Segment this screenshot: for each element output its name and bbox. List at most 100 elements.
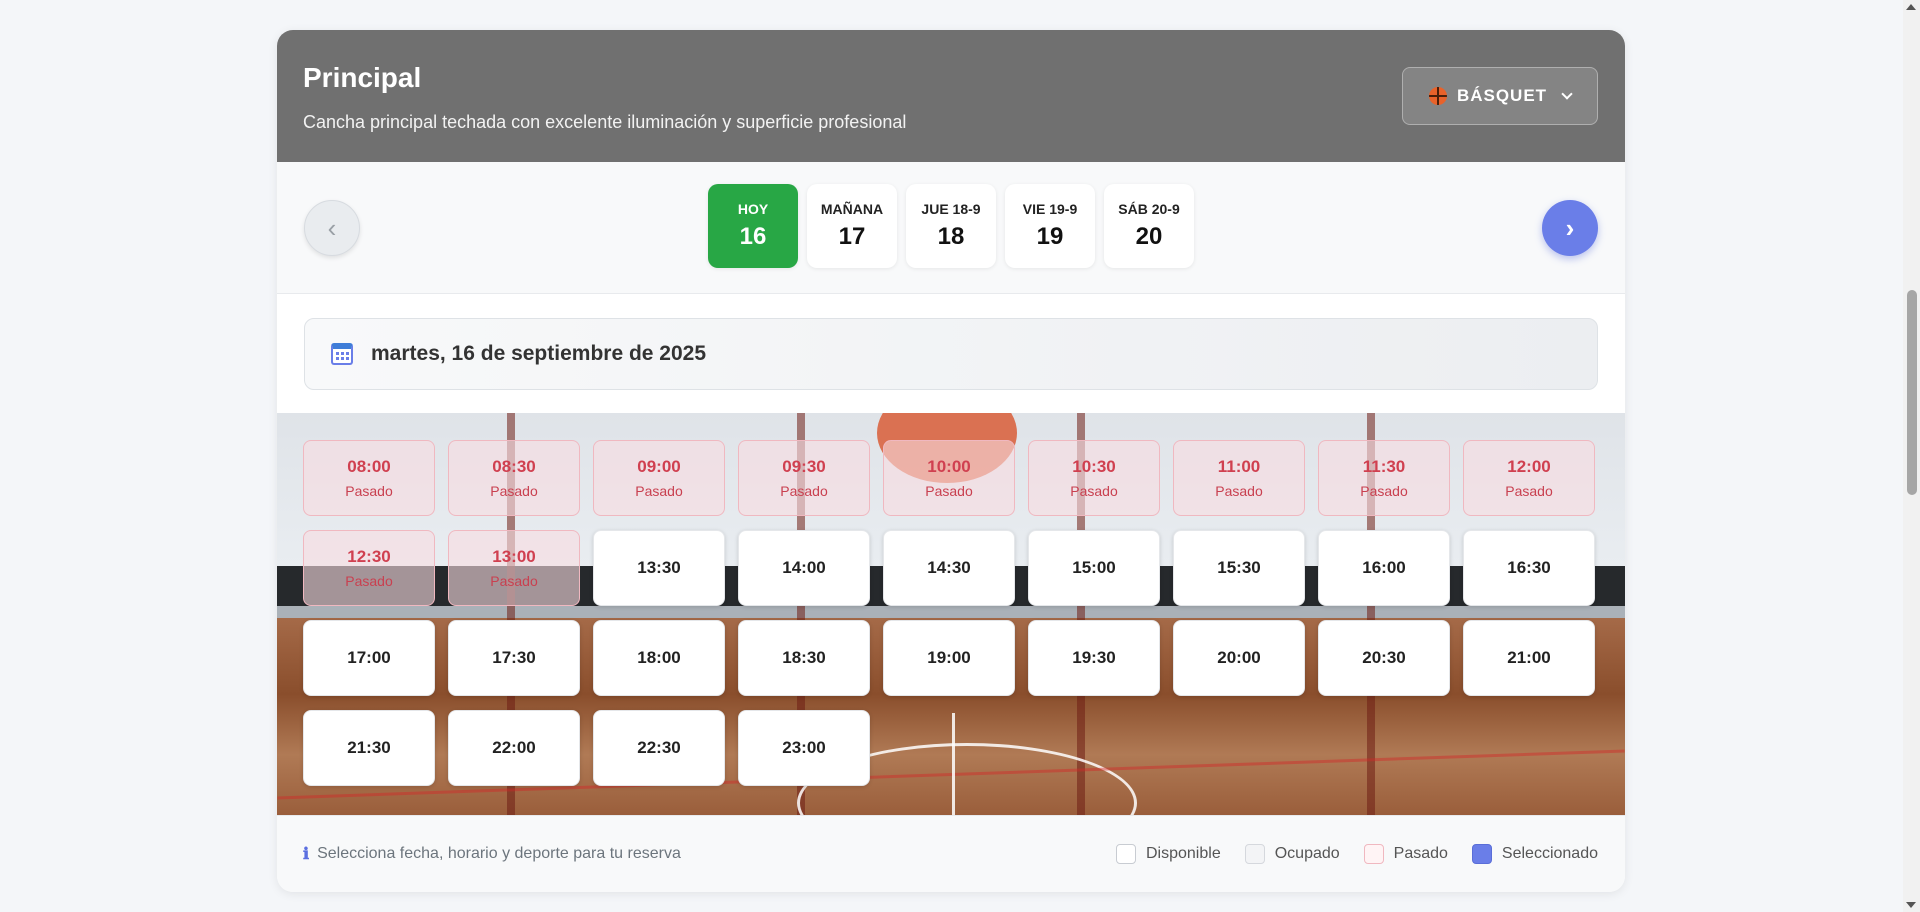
time-slots-area: 08:00 Pasado 08:30 Pasado 09:00 Pasado 09:30 Pa… — [277, 413, 1625, 815]
selected-date-bar: martes, 16 de septiembre de 2025 — [304, 318, 1598, 390]
slot-status: Pasado — [345, 483, 393, 499]
legend-label: Pasado — [1393, 845, 1448, 862]
time-slot-past[interactable]: 13:00 Pasado — [448, 530, 580, 606]
time-slot-available[interactable]: 13:30 — [593, 530, 725, 606]
time-slot-available[interactable]: 17:00 — [303, 620, 435, 696]
sport-label: BÁSQUET — [1456, 86, 1548, 105]
time-slot-past[interactable]: 11:30 Pasado — [1318, 440, 1450, 516]
slot-time: 19:00 — [927, 648, 971, 667]
prev-days-button[interactable]: ‹ — [304, 200, 360, 256]
day-label: MAÑANA — [820, 201, 884, 217]
legend-selected: Seleccionado — [1471, 844, 1598, 864]
basketball-icon — [1428, 87, 1447, 105]
slot-time: 21:30 — [347, 738, 391, 757]
time-slot-available[interactable]: 20:30 — [1318, 620, 1450, 696]
day-option[interactable]: MAÑANA 17 — [807, 184, 897, 268]
slot-status: Pasado — [1070, 483, 1118, 499]
slot-time: 11:30 — [1362, 457, 1406, 476]
time-slot-past[interactable]: 09:00 Pasado — [593, 440, 725, 516]
time-slot-past[interactable]: 08:00 Pasado — [303, 440, 435, 516]
time-slot-available[interactable]: 16:00 — [1318, 530, 1450, 606]
slot-time: 12:30 — [347, 547, 391, 566]
slot-status: Pasado — [490, 483, 538, 499]
slot-status: Pasado — [1360, 483, 1408, 499]
time-slot-available[interactable]: 18:30 — [738, 620, 870, 696]
time-slot-past[interactable]: 12:00 Pasado — [1463, 440, 1595, 516]
time-slot-past[interactable]: 12:30 Pasado — [303, 530, 435, 606]
time-slot-available[interactable]: 19:30 — [1028, 620, 1160, 696]
slot-time: 22:00 — [492, 738, 536, 757]
legend-available: Disponible — [1116, 844, 1221, 864]
next-days-button[interactable]: › — [1542, 200, 1598, 256]
day-number: 19 — [1036, 223, 1064, 250]
slot-status: Pasado — [635, 483, 683, 499]
day-number: 18 — [937, 223, 965, 250]
slot-time: 21:00 — [1507, 648, 1551, 667]
slot-time: 11:00 — [1217, 457, 1261, 476]
time-slot-available[interactable]: 21:30 — [303, 710, 435, 786]
scroll-up-arrow-icon[interactable] — [1906, 4, 1916, 10]
legend-occupied: Ocupado — [1244, 844, 1340, 864]
time-slot-available[interactable]: 14:00 — [738, 530, 870, 606]
slot-time: 17:00 — [347, 648, 391, 667]
day-number: 17 — [838, 223, 866, 250]
day-number: 16 — [739, 223, 767, 250]
time-slot-past[interactable]: 10:00 Pasado — [883, 440, 1015, 516]
time-slot-available[interactable]: 22:00 — [448, 710, 580, 786]
time-slot-available[interactable]: 22:30 — [593, 710, 725, 786]
legend-label: Ocupado — [1274, 845, 1340, 862]
past-swatch — [1363, 844, 1384, 864]
time-slot-past[interactable]: 09:30 Pasado — [738, 440, 870, 516]
time-slot-available[interactable]: 23:00 — [738, 710, 870, 786]
slot-status: Pasado — [1505, 483, 1553, 499]
legend-past: Pasado — [1363, 844, 1448, 864]
slot-time: 08:00 — [347, 457, 391, 476]
day-option[interactable]: VIE 19-9 19 — [1005, 184, 1095, 268]
calendar-icon — [331, 343, 353, 365]
slot-status: Pasado — [780, 483, 828, 499]
time-slot-past[interactable]: 11:00 Pasado — [1173, 440, 1305, 516]
slot-time: 15:00 — [1072, 558, 1116, 577]
slot-time: 19:30 — [1072, 648, 1116, 667]
selected-date-text: martes, 16 de septiembre de 2025 — [371, 342, 707, 365]
day-selector: HOY 16 MAÑANA 17 JUE 18-9 18 VIE 19-9 19 SÁB 20-… — [708, 184, 1194, 268]
slot-time: 13:30 — [637, 558, 681, 577]
legend-label: Disponible — [1146, 845, 1221, 862]
slot-time: 20:00 — [1217, 648, 1261, 667]
time-slot-available[interactable]: 16:30 — [1463, 530, 1595, 606]
slot-time: 20:30 — [1362, 648, 1406, 667]
slot-status: Pasado — [925, 483, 973, 499]
sport-selector-button[interactable]: BÁSQUET — [1402, 67, 1598, 125]
day-option[interactable]: JUE 18-9 18 — [906, 184, 996, 268]
scroll-down-arrow-icon[interactable] — [1906, 902, 1916, 908]
time-slot-available[interactable]: 18:00 — [593, 620, 725, 696]
time-slot-available[interactable]: 19:00 — [883, 620, 1015, 696]
court-booking-card: Principal Cancha principal techada con e… — [277, 30, 1625, 892]
legend-label: Seleccionado — [1501, 845, 1598, 862]
slot-time: 22:30 — [637, 738, 681, 757]
scrollbar-thumb[interactable] — [1907, 290, 1917, 495]
day-option[interactable]: HOY 16 — [708, 184, 798, 268]
day-option[interactable]: SÁB 20-9 20 — [1104, 184, 1194, 268]
info-icon: ℹ — [303, 844, 310, 863]
date-navigation: ‹ HOY 16 MAÑANA 17 JUE 18-9 18 VIE 19-9 19 SÁB 2… — [277, 162, 1625, 294]
slot-time: 12:00 — [1507, 457, 1551, 476]
time-slot-available[interactable]: 15:00 — [1028, 530, 1160, 606]
time-slot-available[interactable]: 17:30 — [448, 620, 580, 696]
time-slot-available[interactable]: 15:30 — [1173, 530, 1305, 606]
time-slot-past[interactable]: 08:30 Pasado — [448, 440, 580, 516]
slot-time: 08:30 — [492, 457, 536, 476]
page-scrollbar[interactable] — [1903, 0, 1920, 912]
hint-text: Selecciona fecha, horario y deporte para… — [317, 844, 681, 862]
slot-legend: Disponible Ocupado Pasado Seleccionado — [1116, 844, 1598, 864]
time-slot-past[interactable]: 10:30 Pasado — [1028, 440, 1160, 516]
slot-time: 10:30 — [1072, 457, 1116, 476]
slot-time: 16:30 — [1507, 558, 1551, 577]
slot-time: 23:00 — [782, 738, 826, 757]
day-number: 20 — [1135, 223, 1163, 250]
time-slot-available[interactable]: 21:00 — [1463, 620, 1595, 696]
booking-footer: ℹ Selecciona fecha, horario y deporte pa… — [277, 815, 1625, 892]
slot-time: 10:00 — [927, 457, 971, 476]
time-slot-available[interactable]: 14:30 — [883, 530, 1015, 606]
time-slot-available[interactable]: 20:00 — [1173, 620, 1305, 696]
